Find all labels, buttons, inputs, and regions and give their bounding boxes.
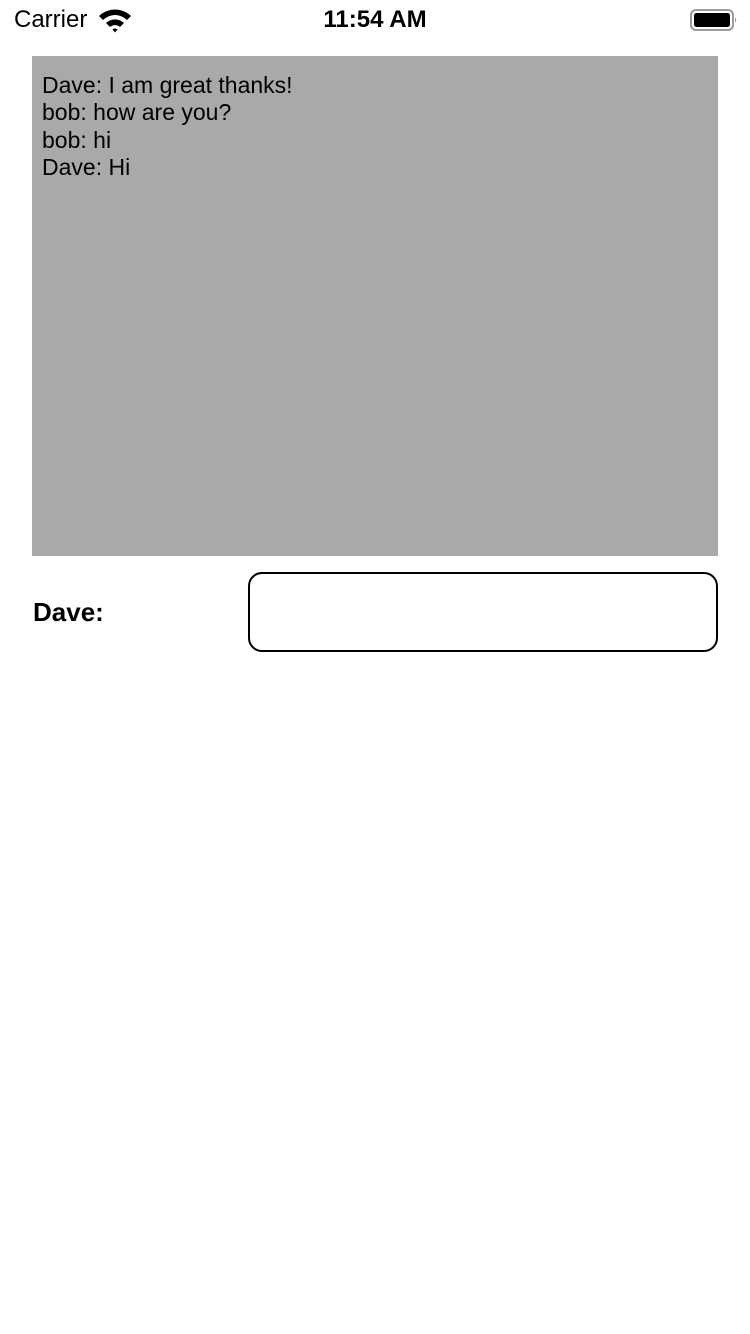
- message-input[interactable]: [248, 572, 718, 652]
- chat-message: bob: how are you?: [42, 99, 232, 126]
- chat-message: Dave: Hi: [42, 153, 131, 180]
- status-bar: Carrier 11:54 AM: [0, 0, 750, 40]
- chat-log[interactable]: Dave: I am great thanks! bob: how are yo…: [32, 56, 718, 556]
- status-time: 11:54 AM: [323, 6, 427, 33]
- chat-message: bob: hi: [42, 126, 112, 153]
- chat-message: Dave: I am great thanks!: [42, 72, 293, 98]
- user-name-label: Dave:: [33, 597, 104, 627]
- battery-full-icon: [690, 8, 738, 32]
